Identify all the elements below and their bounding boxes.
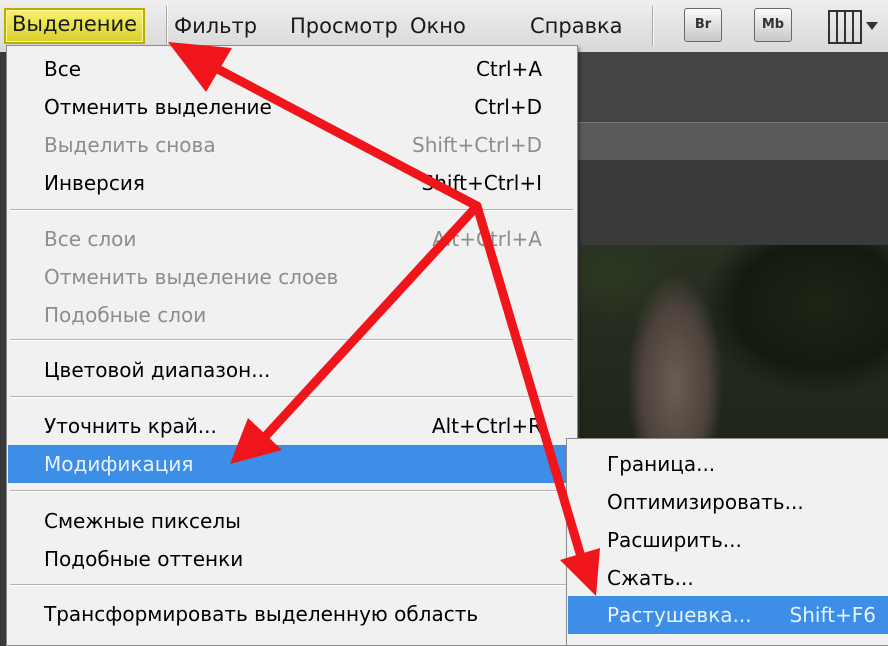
submenu-item-smooth[interactable]: Оптимизировать... — [568, 483, 888, 521]
menu-help[interactable]: Справка — [524, 10, 629, 42]
menu-item-label: Отменить выделение слоев — [44, 265, 339, 289]
menu-item-shortcut: Shift+Ctrl+I — [421, 171, 542, 195]
menu-item-label: Расширить... — [607, 528, 742, 552]
menubar-divider — [166, 6, 167, 46]
menu-item-label: Инверсия — [44, 171, 145, 195]
canvas-area — [575, 160, 888, 245]
menu-window[interactable]: Окно — [404, 10, 472, 42]
menubar-divider — [652, 6, 653, 46]
menu-item-shortcut: Alt+Ctrl+A — [432, 227, 542, 251]
submenu-item-feather[interactable]: Растушевка... Shift+F6 — [568, 596, 888, 634]
bridge-button[interactable]: Br — [684, 8, 722, 42]
menu-item-label: Оптимизировать... — [607, 490, 804, 514]
submenu-item-contract[interactable]: Сжать... — [568, 559, 888, 597]
menu-item-label: Трансформировать выделенную область — [44, 602, 479, 626]
menu-item-grow[interactable]: Смежные пикселы — [8, 502, 574, 540]
menu-item-label: Подобные оттенки — [44, 547, 244, 571]
menu-item-transform-selection[interactable]: Трансформировать выделенную область — [8, 595, 574, 633]
menu-item-modify[interactable]: Модификация — [8, 445, 574, 483]
chevron-down-icon — [866, 22, 878, 30]
document-tab-bar — [575, 122, 888, 162]
menu-view[interactable]: Просмотр — [284, 10, 404, 42]
menu-item-shortcut: Shift+Ctrl+D — [412, 133, 542, 157]
menu-item-label: Граница... — [607, 452, 716, 476]
submenu-item-border[interactable]: Граница... — [568, 445, 888, 483]
menu-item-label: Подобные слои — [44, 303, 207, 327]
menu-separator — [10, 209, 573, 210]
modify-submenu: Граница... Оптимизировать... Расширить..… — [566, 438, 888, 646]
menu-item-label: Все слои — [44, 227, 137, 251]
menu-item-reselect: Выделить снова Shift+Ctrl+D — [8, 126, 574, 164]
menu-item-label: Цветовой диапазон... — [44, 358, 271, 382]
options-bar — [575, 52, 888, 122]
menu-item-label: Отменить выделение — [44, 95, 272, 119]
menu-item-label: Смежные пикселы — [44, 509, 241, 533]
grid-layout-icon — [828, 10, 862, 44]
menu-filter[interactable]: Фильтр — [168, 10, 263, 42]
menu-item-all[interactable]: Все Ctrl+A — [8, 50, 574, 88]
menu-item-deselect[interactable]: Отменить выделение Ctrl+D — [8, 88, 574, 126]
menu-separator — [10, 339, 573, 340]
submenu-arrow-icon — [551, 458, 558, 470]
menu-item-label: Уточнить край... — [44, 414, 217, 438]
menu-separator — [10, 584, 573, 585]
menu-item-shortcut: Shift+F6 — [789, 603, 876, 627]
arrange-documents-button[interactable] — [824, 6, 888, 46]
menu-item-shortcut: Alt+Ctrl+R — [431, 414, 542, 438]
submenu-item-expand[interactable]: Расширить... — [568, 521, 888, 559]
mini-bridge-button[interactable]: Mb — [754, 8, 792, 42]
menu-item-inverse[interactable]: Инверсия Shift+Ctrl+I — [8, 164, 574, 202]
menu-item-label: Все — [44, 57, 82, 81]
menu-item-label: Сжать... — [607, 566, 694, 590]
menu-item-shortcut: Ctrl+D — [474, 95, 542, 119]
menu-item-color-range[interactable]: Цветовой диапазон... — [8, 351, 574, 389]
menu-item-similar[interactable]: Подобные оттенки — [8, 540, 574, 578]
menu-item-all-layers: Все слои Alt+Ctrl+A — [8, 220, 574, 258]
menu-separator — [10, 396, 573, 397]
menu-item-label: Растушевка... — [607, 603, 752, 627]
menu-item-similar-layers: Подобные слои — [8, 296, 574, 334]
menu-item-label: Модификация — [44, 452, 194, 476]
menu-select[interactable]: Выделение — [4, 8, 146, 44]
menu-item-deselect-layers: Отменить выделение слоев — [8, 258, 574, 296]
select-menu: Все Ctrl+A Отменить выделение Ctrl+D Выд… — [6, 45, 578, 646]
menu-item-label: Выделить снова — [44, 133, 216, 157]
menu-item-refine-edge[interactable]: Уточнить край... Alt+Ctrl+R — [8, 407, 574, 445]
menu-separator — [10, 490, 573, 491]
menu-item-shortcut: Ctrl+A — [475, 57, 542, 81]
